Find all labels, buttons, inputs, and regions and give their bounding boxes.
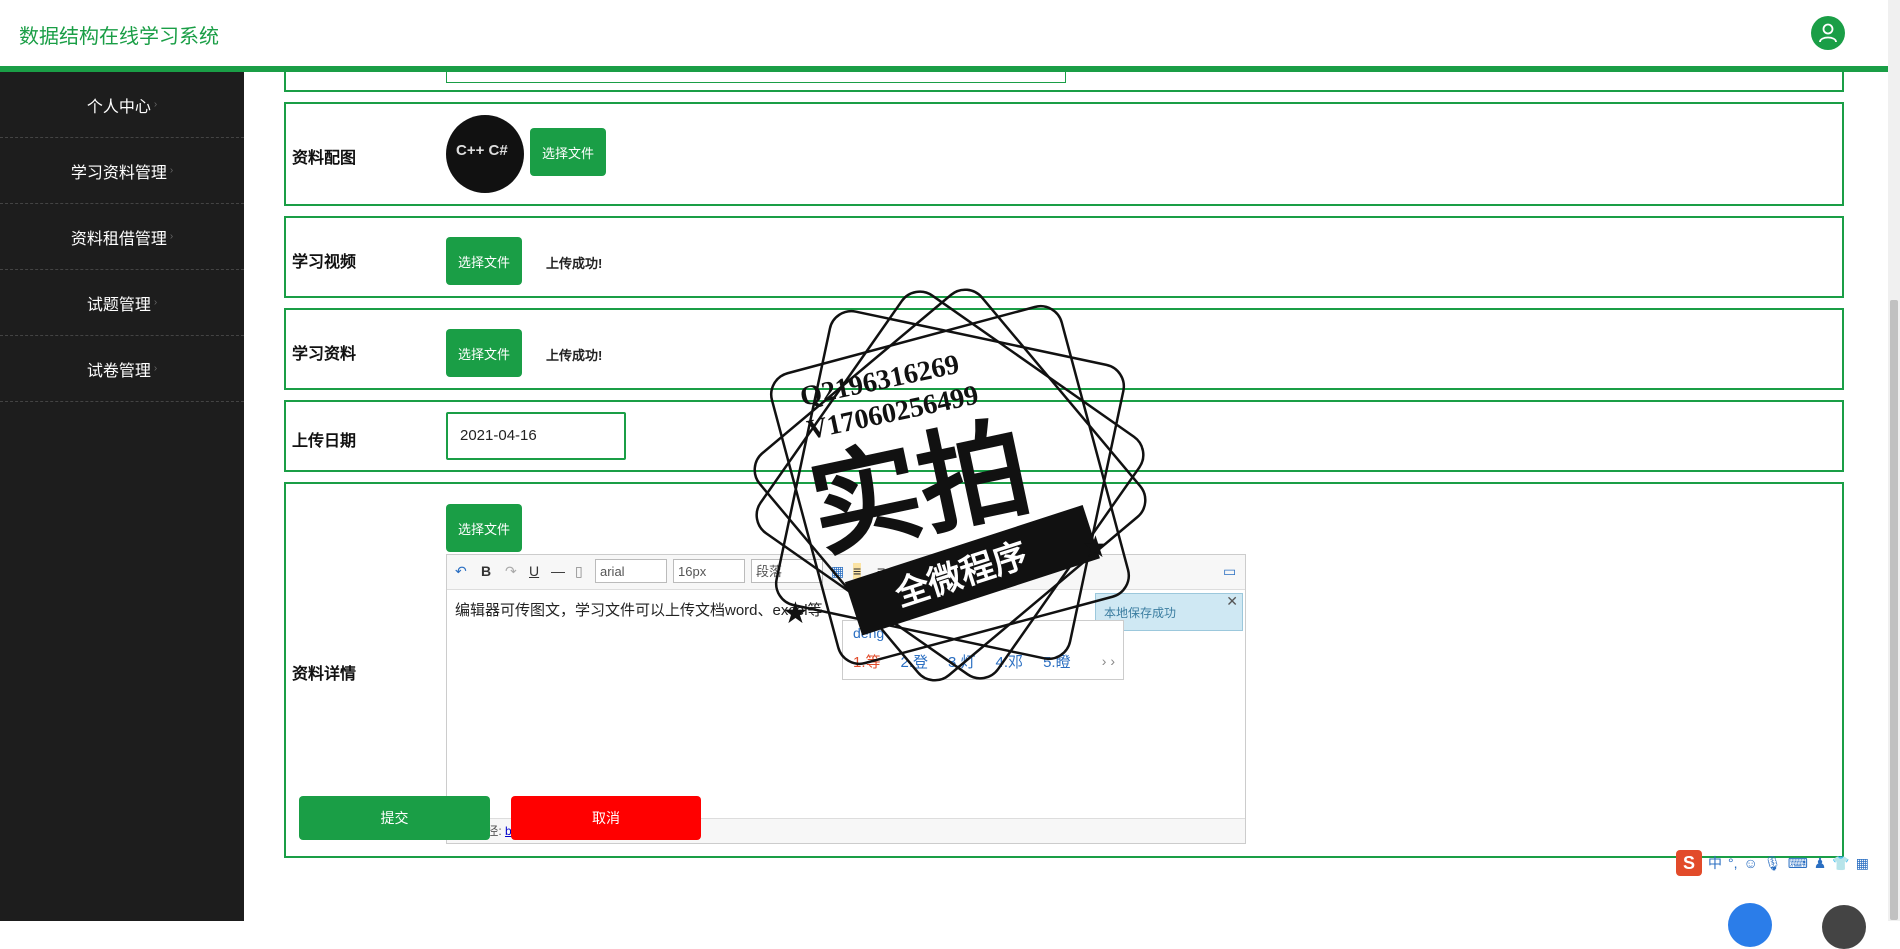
sidebar-item-study-materials[interactable]: 学习资料管理 ›	[0, 138, 244, 204]
image-choose-file-button[interactable]: 选择文件	[530, 128, 606, 176]
chevron-right-icon: ›	[169, 231, 174, 242]
date-row-label: 上传日期	[292, 433, 357, 450]
cancel-button[interactable]: 取消	[511, 796, 701, 840]
undo-icon[interactable]: ↶	[455, 563, 467, 580]
upload-date-input[interactable]: 2021-04-16	[446, 412, 626, 460]
video-row: 学习视频 选择文件 上传成功!	[284, 216, 1844, 298]
autosave-toast-text: 本地保存成功	[1104, 606, 1177, 620]
microphone-icon[interactable]: 🎙	[1764, 855, 1782, 872]
submit-button[interactable]: 提交	[299, 796, 490, 840]
user-icon[interactable]: ♟	[1814, 855, 1827, 872]
app-title: 数据结构在线学习系统	[19, 26, 219, 48]
ime-candidate[interactable]: 3.灯	[948, 654, 976, 671]
bold-icon[interactable]: B	[481, 563, 491, 579]
material-choose-file-button[interactable]: 选择文件	[446, 329, 522, 377]
sidebar-item-questions[interactable]: 试题管理 ›	[0, 270, 244, 336]
emoji-icon[interactable]: ☺	[1744, 855, 1758, 871]
floating-action-button[interactable]	[1728, 903, 1772, 947]
material-thumbnail: C++ C#	[446, 115, 524, 193]
material-row-label: 学习资料	[292, 346, 357, 363]
ime-candidate[interactable]: 2.登	[901, 654, 929, 671]
chevron-right-icon: ›	[153, 297, 158, 308]
paragraph-select[interactable]: 段落	[751, 559, 823, 583]
align-center-icon[interactable]: ≡	[877, 563, 885, 579]
thumbnail-text: C++ C#	[456, 142, 508, 159]
sidebar-item-label: 试卷管理	[86, 362, 151, 380]
underline-icon[interactable]: U	[529, 563, 539, 579]
partial-field-row	[284, 72, 1844, 92]
align-left-icon[interactable]: ≡	[853, 563, 862, 579]
date-row: 上传日期 2021-04-16	[284, 400, 1844, 472]
scrollbar-thumb[interactable]	[1890, 300, 1898, 920]
video-row-label: 学习视频	[292, 254, 357, 271]
grid-icon[interactable]: ▦	[1856, 855, 1869, 872]
detail-row-label: 资料详情	[292, 666, 357, 683]
font-size-select[interactable]: 16px	[673, 559, 745, 583]
main-form-area: 资料配图 C++ C# 选择文件 学习视频 选择文件 上传成功! 学习资料 选择…	[244, 72, 1888, 921]
document-icon[interactable]: ▯	[575, 563, 583, 580]
detail-choose-file-button[interactable]: 选择文件	[446, 504, 522, 552]
ime-input-text: deng	[853, 625, 885, 641]
editor-toolbar: ↶ B ↷ U — ▯ arial 16px 段落 ▦ ≡ ≡ ▭	[447, 555, 1245, 590]
video-upload-status: 上传成功!	[546, 256, 603, 271]
fullscreen-icon[interactable]: ▭	[1223, 563, 1236, 580]
image-row-label: 资料配图	[292, 150, 357, 167]
keyboard-icon[interactable]: ⌨	[1788, 855, 1808, 872]
ime-candidate[interactable]: 5.瞪	[1043, 654, 1071, 671]
ime-candidate[interactable]: 1.等	[853, 654, 881, 671]
material-row: 学习资料 选择文件 上传成功!	[284, 308, 1844, 390]
close-icon[interactable]: ✕	[1226, 582, 1238, 620]
sidebar-item-personal-center[interactable]: 个人中心 ›	[0, 72, 244, 138]
sidebar-item-label: 个人中心	[86, 98, 151, 116]
editor-content[interactable]: 编辑器可传图文，学习文件可以上传文档word、excel等	[455, 599, 823, 620]
chevron-right-icon: ›	[169, 165, 174, 176]
floating-action-button-2[interactable]	[1822, 905, 1866, 949]
material-upload-status: 上传成功!	[546, 348, 603, 363]
sogou-logo-icon[interactable]: S	[1676, 850, 1702, 876]
image-row: 资料配图 C++ C# 选择文件	[284, 102, 1844, 206]
chevron-right-icon: ›	[153, 99, 158, 110]
page-scrollbar[interactable]	[1888, 0, 1900, 921]
chevron-right-icon: ›	[153, 363, 158, 374]
redo-icon[interactable]: ↷	[505, 563, 517, 580]
chevron-right-icon[interactable]: › ›	[1102, 653, 1115, 669]
ime-candidate[interactable]: 4.邓	[996, 654, 1024, 671]
table-icon[interactable]: ▦	[831, 563, 844, 580]
top-header: 数据结构在线学习系统	[0, 0, 1888, 72]
ime-candidate-popup: deng 1.等 2.登 3.灯 4.邓 5.瞪 › ›	[842, 620, 1124, 680]
shirt-icon[interactable]: 👕	[1832, 855, 1849, 872]
horizontal-rule-icon[interactable]: —	[551, 563, 565, 579]
sidebar-item-papers[interactable]: 试卷管理 ›	[0, 336, 244, 402]
sidebar-item-label: 学习资料管理	[70, 164, 167, 182]
video-choose-file-button[interactable]: 选择文件	[446, 237, 522, 285]
ime-mode[interactable]: 中	[1708, 853, 1722, 873]
font-family-select[interactable]: arial	[595, 559, 667, 583]
ime-candidates: 1.等 2.登 3.灯 4.邓 5.瞪	[853, 651, 1091, 672]
ime-status-bar: S 中 °, ☺ 🎙 ⌨ ♟ 👕 ▦	[1676, 850, 1869, 876]
sidebar-item-label: 资料租借管理	[70, 230, 167, 248]
sidebar-item-label: 试题管理	[86, 296, 151, 314]
punctuation-icon[interactable]: °,	[1728, 855, 1738, 871]
sidebar: 个人中心 › 学习资料管理 › 资料租借管理 › 试题管理 › 试卷管理 ›	[0, 72, 244, 921]
sidebar-item-material-rental[interactable]: 资料租借管理 ›	[0, 204, 244, 270]
user-avatar-icon[interactable]	[1811, 16, 1845, 50]
partial-input[interactable]	[446, 72, 1066, 83]
